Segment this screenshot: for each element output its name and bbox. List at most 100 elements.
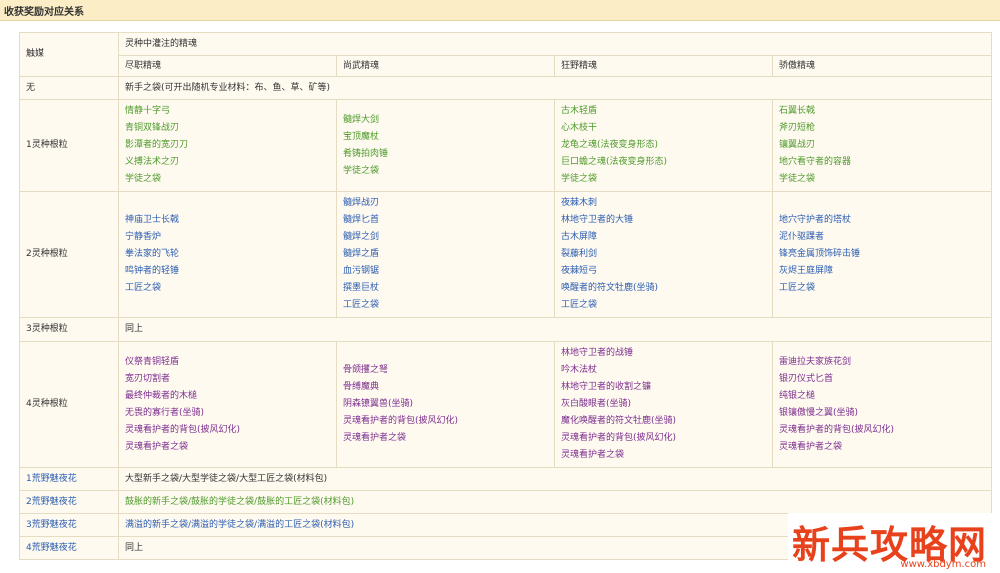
reward-item[interactable]: 灵魂看护者的背包(披风幻化) xyxy=(343,413,554,430)
reward-item[interactable]: 夜棘木刺 xyxy=(561,195,772,212)
reward-item[interactable]: 灵魂看护者之袋 xyxy=(125,439,336,456)
reward-item[interactable]: 灵魂看护者的背包(披风幻化) xyxy=(125,422,336,439)
reward-item[interactable]: 镶翼战刃 xyxy=(779,137,991,154)
reward-item[interactable]: 灵魂看护者的背包(披风幻化) xyxy=(779,422,991,439)
reward-item[interactable]: 唤醒者的符文牡鹿(坐骑) xyxy=(561,280,772,297)
reward-item[interactable]: 斧刃短枪 xyxy=(779,120,991,137)
reward-item[interactable]: 髓焊之剑 xyxy=(343,229,554,246)
reward-item[interactable]: 雷迪拉夫家族花剑 xyxy=(779,354,991,371)
reward-cell: 雷迪拉夫家族花剑 银刃仪式匕首 纯银之槌 银镶傲慢之翼(坐骑) 灵魂看护者的背包(披风幻… xyxy=(771,341,993,468)
reward-item[interactable]: 髓焊大剑 xyxy=(343,112,554,129)
reward-item[interactable]: 吟木法杖 xyxy=(561,362,772,379)
row-span-cell: 鼓胀的新手之袋/鼓胀的学徒之袋/鼓胀的工匠之袋(材料包) xyxy=(117,490,993,514)
reward-item[interactable]: 宝顶魔杖 xyxy=(343,129,554,146)
reward-item[interactable]: 灵魂看护者之袋 xyxy=(561,447,772,464)
row-label: 1荒野魅夜花 xyxy=(19,467,119,491)
reward-item[interactable]: 石翼长戟 xyxy=(779,103,991,120)
table-row: 1荒野魅夜花 大型新手之袋/大型学徒之袋/大型工匠之袋(材料包) xyxy=(19,467,993,491)
row-span-cell: 新手之袋(可开出随机专业材料：布、鱼、草、矿等) xyxy=(117,76,993,100)
reward-item[interactable]: 古木轻盾 xyxy=(561,103,772,120)
row-label: 4荒野魅夜花 xyxy=(19,536,119,560)
reward-item[interactable]: 灵魂看护者之袋 xyxy=(779,439,991,456)
header-col: 尚武精魂 xyxy=(336,55,555,77)
header-cols: 尽职精魂 尚武精魂 狂野精魂 骄傲精魂 xyxy=(20,55,993,77)
reward-item[interactable]: 鸣钟者的轻锤 xyxy=(125,263,336,280)
reward-item[interactable]: 肴铸拍肉锤 xyxy=(343,146,554,163)
reward-item[interactable]: 纯银之槌 xyxy=(779,388,991,405)
reward-item[interactable]: 工匠之袋 xyxy=(561,297,772,314)
reward-cell: 髓焊战刃 髓焊匕首 髓焊之剑 髓焊之盾 血污钢锯 撰墨巨杖 工匠之袋 xyxy=(336,191,555,318)
reward-item[interactable]: 巨口蟾之魂(法夜变身形态) xyxy=(561,154,772,171)
reward-item[interactable]: 髓焊战刃 xyxy=(343,195,554,212)
reward-item[interactable]: 无畏的寡行者(坐骑) xyxy=(125,405,336,422)
reward-item[interactable]: 锋亮金属顶饰碎击锤 xyxy=(779,246,991,263)
reward-cell: 髓焊大剑 宝顶魔杖 肴铸拍肉锤 学徒之袋 xyxy=(336,99,555,192)
reward-item[interactable]: 银刃仪式匕首 xyxy=(779,371,991,388)
reward-item[interactable]: 拳法家的飞轮 xyxy=(125,246,336,263)
reward-item[interactable]: 学徒之袋 xyxy=(561,171,772,188)
reward-item[interactable]: 夜棘短弓 xyxy=(561,263,772,280)
reward-item[interactable]: 最终仲裁者的木槌 xyxy=(125,388,336,405)
reward-item[interactable]: 青铜双锋战刃 xyxy=(125,120,336,137)
reward-item[interactable]: 宽刃切割者 xyxy=(125,371,336,388)
table-row: 3灵种根粒 同上 xyxy=(19,317,993,342)
reward-item[interactable]: 工匠之袋 xyxy=(779,280,991,297)
reward-cell: 夜棘木刺 林地守卫者的大锤 古木屏障 裂藤利剑 夜棘短弓 唤醒者的符文牡鹿(坐骑) 工匠之袋 xyxy=(554,191,773,318)
header-col: 骄傲精魂 xyxy=(771,55,993,77)
reward-cell: 地穴守护者的塔杖 泥仆驱踝者 锋亮金属顶饰碎击锤 灰烬王庭屏障 工匠之袋 xyxy=(771,191,993,318)
reward-item[interactable]: 工匠之袋 xyxy=(125,280,336,297)
table-row: 4灵种根粒 仪祭青铜轻盾 宽刃切割者 最终仲裁者的木槌 无畏的寡行者(坐骑) 灵魂看护者的… xyxy=(19,341,993,468)
reward-item[interactable]: 地穴看守者的容器 xyxy=(779,154,991,171)
reward-item[interactable]: 髓焊之盾 xyxy=(343,246,554,263)
reward-item[interactable]: 义搏法术之刃 xyxy=(125,154,336,171)
reward-item[interactable]: 学徒之袋 xyxy=(779,171,991,188)
row-label: 无 xyxy=(19,76,119,100)
section-title-bar: 收获奖励对应关系 xyxy=(0,0,1000,21)
reward-item[interactable]: 心木枝干 xyxy=(561,120,772,137)
row-label: 3荒野魅夜花 xyxy=(19,513,119,537)
reward-cell: 神庙卫士长戟 宁静香炉 拳法家的飞轮 鸣钟者的轻锤 工匠之袋 xyxy=(118,191,337,318)
reward-item[interactable]: 裂藤利剑 xyxy=(561,246,772,263)
reward-item[interactable]: 学徒之袋 xyxy=(125,171,336,188)
row-label: 3灵种根粒 xyxy=(19,317,119,342)
reward-item[interactable]: 古木屏障 xyxy=(561,229,772,246)
reward-item[interactable]: 髓焊匕首 xyxy=(343,212,554,229)
reward-item[interactable]: 骨颌攫之弩 xyxy=(343,362,554,379)
watermark-url: www.xbdym.com xyxy=(900,559,986,570)
reward-item[interactable]: 影潭者的宽刃刀 xyxy=(125,137,336,154)
content-frame: 触媒 灵种中灌注的精魂 尽职精魂 尚武精魂 狂野精魂 骄傲精魂 无新手之袋(可开… xyxy=(0,21,1000,573)
header-group: 灵种中灌注的精魂 xyxy=(117,32,993,56)
reward-item[interactable]: 林地守卫者的收割之镰 xyxy=(561,379,772,396)
reward-item[interactable]: 魔化唤醒者的符文牡鹿(坐骑) xyxy=(561,413,772,430)
reward-item[interactable]: 血污钢锯 xyxy=(343,263,554,280)
reward-item[interactable]: 林地守卫者的战锤 xyxy=(561,345,772,362)
row-label: 2荒野魅夜花 xyxy=(19,490,119,514)
site-watermark: 新兵攻略网 www.xbdym.com xyxy=(788,513,1000,573)
row-span-cell: 大型新手之袋/大型学徒之袋/大型工匠之袋(材料包) xyxy=(117,467,993,491)
reward-item[interactable]: 神庙卫士长戟 xyxy=(125,212,336,229)
reward-item[interactable]: 银镶傲慢之翼(坐骑) xyxy=(779,405,991,422)
reward-cell: 林地守卫者的战锤 吟木法杖 林地守卫者的收割之镰 灰白酸眼者(坐骑) 魔化唤醒者的符文牡… xyxy=(554,341,773,468)
table-row: 2荒野魅夜花 鼓胀的新手之袋/鼓胀的学徒之袋/鼓胀的工匠之袋(材料包) xyxy=(19,490,993,514)
reward-item[interactable]: 灵魂看护者之袋 xyxy=(343,430,554,447)
reward-item[interactable]: 情静十字弓 xyxy=(125,103,336,120)
reward-item[interactable]: 林地守卫者的大锤 xyxy=(561,212,772,229)
table-row: 无新手之袋(可开出随机专业材料：布、鱼、草、矿等) xyxy=(19,76,993,100)
reward-item[interactable]: 撰墨巨杖 xyxy=(343,280,554,297)
reward-item[interactable]: 灵魂看护者的背包(披风幻化) xyxy=(561,430,772,447)
reward-item[interactable]: 龙龟之魂(法夜变身形态) xyxy=(561,137,772,154)
reward-item[interactable]: 宁静香炉 xyxy=(125,229,336,246)
row-label: 2灵种根粒 xyxy=(19,191,119,318)
table-row: 2灵种根粒 神庙卫士长戟 宁静香炉 拳法家的飞轮 鸣钟者的轻锤 工匠之袋 髓焊战刃 髓焊匕首髓… xyxy=(19,191,993,318)
reward-item[interactable]: 灰白酸眼者(坐骑) xyxy=(561,396,772,413)
reward-item[interactable]: 工匠之袋 xyxy=(343,297,554,314)
reward-item[interactable]: 灰烬王庭屏障 xyxy=(779,263,991,280)
reward-item[interactable]: 仪祭青铜轻盾 xyxy=(125,354,336,371)
reward-item[interactable]: 地穴守护者的塔杖 xyxy=(779,212,991,229)
reward-item[interactable]: 学徒之袋 xyxy=(343,163,554,180)
row-span-cell: 同上 xyxy=(117,317,993,342)
reward-item[interactable]: 阴森镣翼兽(坐骑) xyxy=(343,396,554,413)
reward-item[interactable]: 骨缚魔典 xyxy=(343,379,554,396)
reward-cell: 仪祭青铜轻盾 宽刃切割者 最终仲裁者的木槌 无畏的寡行者(坐骑) 灵魂看护者的背包(披风… xyxy=(118,341,337,468)
reward-item[interactable]: 泥仆驱踝者 xyxy=(779,229,991,246)
